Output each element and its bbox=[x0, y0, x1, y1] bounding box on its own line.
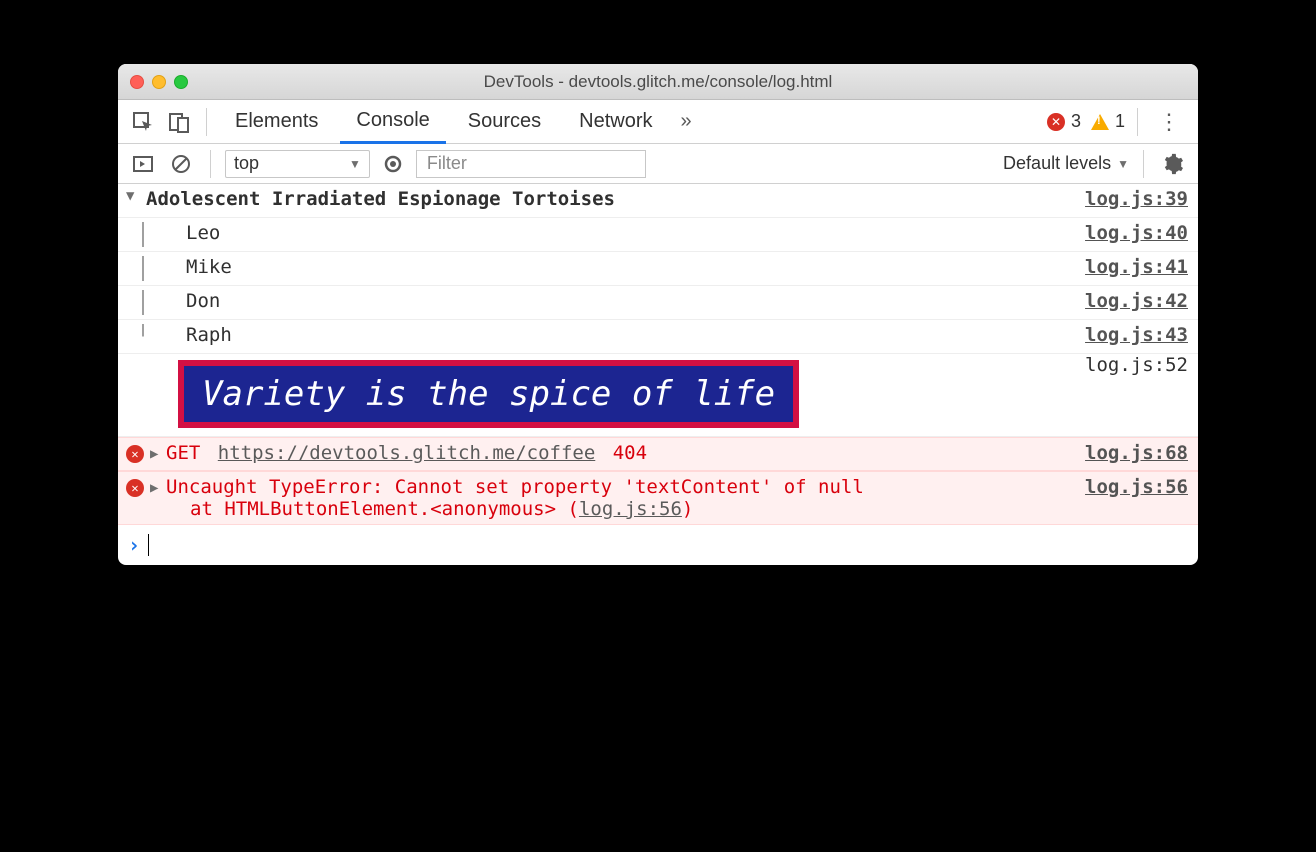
devtools-tabs: Elements Console Sources Network » ✕ 3 1… bbox=[118, 100, 1198, 144]
device-toolbar-icon[interactable] bbox=[164, 107, 194, 137]
console-group-header[interactable]: ▼ Adolescent Irradiated Espionage Tortoi… bbox=[118, 184, 1198, 218]
live-expression-icon[interactable] bbox=[378, 149, 408, 179]
toggle-sidebar-icon[interactable] bbox=[128, 149, 158, 179]
console-error-row[interactable]: ✕ ▶ GET https://devtools.glitch.me/coffe… bbox=[118, 437, 1198, 471]
tree-line bbox=[142, 222, 144, 247]
text-caret bbox=[148, 534, 149, 556]
minimize-window-button[interactable] bbox=[152, 75, 166, 89]
tab-sources[interactable]: Sources bbox=[452, 100, 557, 144]
styled-text: Variety is the spice of life bbox=[184, 366, 793, 422]
tree-line bbox=[142, 256, 144, 281]
prompt-chevron-icon: › bbox=[128, 533, 140, 557]
log-text: Raph bbox=[186, 324, 232, 346]
http-status: 404 bbox=[613, 442, 647, 464]
tab-console[interactable]: Console bbox=[340, 100, 445, 144]
error-icon: ✕ bbox=[126, 479, 144, 497]
source-link[interactable]: log.js:68 bbox=[1073, 442, 1188, 464]
console-error-row[interactable]: ✕ ▶ Uncaught TypeError: Cannot set prope… bbox=[118, 471, 1198, 525]
console-styled-log: Variety is the spice of life log.js:52 bbox=[118, 354, 1198, 437]
traffic-lights bbox=[130, 75, 188, 89]
chevron-down-icon: ▼ bbox=[349, 157, 361, 171]
gear-icon[interactable] bbox=[1158, 149, 1188, 179]
tab-elements[interactable]: Elements bbox=[219, 100, 334, 144]
titlebar: DevTools - devtools.glitch.me/console/lo… bbox=[118, 64, 1198, 100]
source-link[interactable]: log.js:39 bbox=[1073, 188, 1188, 210]
window-title: DevTools - devtools.glitch.me/console/lo… bbox=[118, 72, 1198, 92]
source-link[interactable]: log.js:40 bbox=[1073, 222, 1188, 244]
zoom-window-button[interactable] bbox=[174, 75, 188, 89]
error-count: 3 bbox=[1071, 111, 1081, 132]
log-text: Don bbox=[186, 290, 220, 312]
tree-line bbox=[142, 290, 144, 315]
group-title: Adolescent Irradiated Espionage Tortoise… bbox=[146, 188, 615, 210]
close-window-button[interactable] bbox=[130, 75, 144, 89]
source-link[interactable]: log.js:56 bbox=[1073, 476, 1188, 498]
console-log-item: Raph log.js:43 bbox=[118, 320, 1198, 354]
warning-badge-icon bbox=[1091, 114, 1109, 130]
error-message: Uncaught TypeError: Cannot set property … bbox=[166, 476, 864, 520]
styled-box: Variety is the spice of life bbox=[178, 360, 799, 428]
console-prompt[interactable]: › bbox=[118, 525, 1198, 565]
more-tabs-button[interactable]: » bbox=[675, 110, 698, 133]
filter-input[interactable] bbox=[416, 150, 646, 178]
status-badges[interactable]: ✕ 3 1 bbox=[1047, 111, 1125, 132]
log-text: Leo bbox=[186, 222, 220, 244]
divider bbox=[210, 150, 211, 178]
source-link[interactable]: log.js:41 bbox=[1073, 256, 1188, 278]
warning-count: 1 bbox=[1115, 111, 1125, 132]
chevron-right-icon: ▶ bbox=[150, 480, 162, 496]
console-output: ▼ Adolescent Irradiated Espionage Tortoi… bbox=[118, 184, 1198, 565]
chevron-down-icon: ▼ bbox=[126, 188, 140, 204]
error-headline: Uncaught TypeError: Cannot set property … bbox=[166, 476, 864, 498]
inspect-element-icon[interactable] bbox=[128, 107, 158, 137]
error-message: GET https://devtools.glitch.me/coffee 40… bbox=[166, 442, 647, 464]
levels-label: Default levels bbox=[1003, 153, 1111, 174]
tab-network[interactable]: Network bbox=[563, 100, 668, 144]
console-log-item: Don log.js:42 bbox=[118, 286, 1198, 320]
error-icon: ✕ bbox=[126, 445, 144, 463]
tree-line bbox=[142, 324, 144, 349]
stack-frame: at HTMLButtonElement.<anonymous> (log.js… bbox=[166, 498, 864, 520]
console-log-item: Mike log.js:41 bbox=[118, 252, 1198, 286]
source-link[interactable]: log.js:42 bbox=[1073, 290, 1188, 312]
context-selector[interactable]: top ▼ bbox=[225, 150, 370, 178]
divider bbox=[1143, 150, 1144, 178]
clear-console-icon[interactable] bbox=[166, 149, 196, 179]
chevron-down-icon: ▼ bbox=[1117, 157, 1129, 171]
request-url[interactable]: https://devtools.glitch.me/coffee bbox=[218, 442, 596, 464]
log-levels-selector[interactable]: Default levels ▼ bbox=[1003, 153, 1129, 174]
devtools-window: DevTools - devtools.glitch.me/console/lo… bbox=[118, 64, 1198, 565]
console-toolbar: top ▼ Default levels ▼ bbox=[118, 144, 1198, 184]
divider bbox=[1137, 108, 1138, 136]
source-link[interactable]: log.js:52 bbox=[1085, 354, 1188, 428]
console-log-item: Leo log.js:40 bbox=[118, 218, 1198, 252]
log-text: Mike bbox=[186, 256, 232, 278]
context-value: top bbox=[234, 153, 259, 174]
divider bbox=[206, 108, 207, 136]
http-method: GET bbox=[166, 442, 200, 464]
source-link[interactable]: log.js:43 bbox=[1073, 324, 1188, 346]
error-badge-icon: ✕ bbox=[1047, 113, 1065, 131]
chevron-right-icon: ▶ bbox=[150, 446, 162, 462]
devtools-menu-button[interactable]: ⋮ bbox=[1150, 109, 1188, 135]
stack-link[interactable]: log.js:56 bbox=[579, 498, 682, 520]
